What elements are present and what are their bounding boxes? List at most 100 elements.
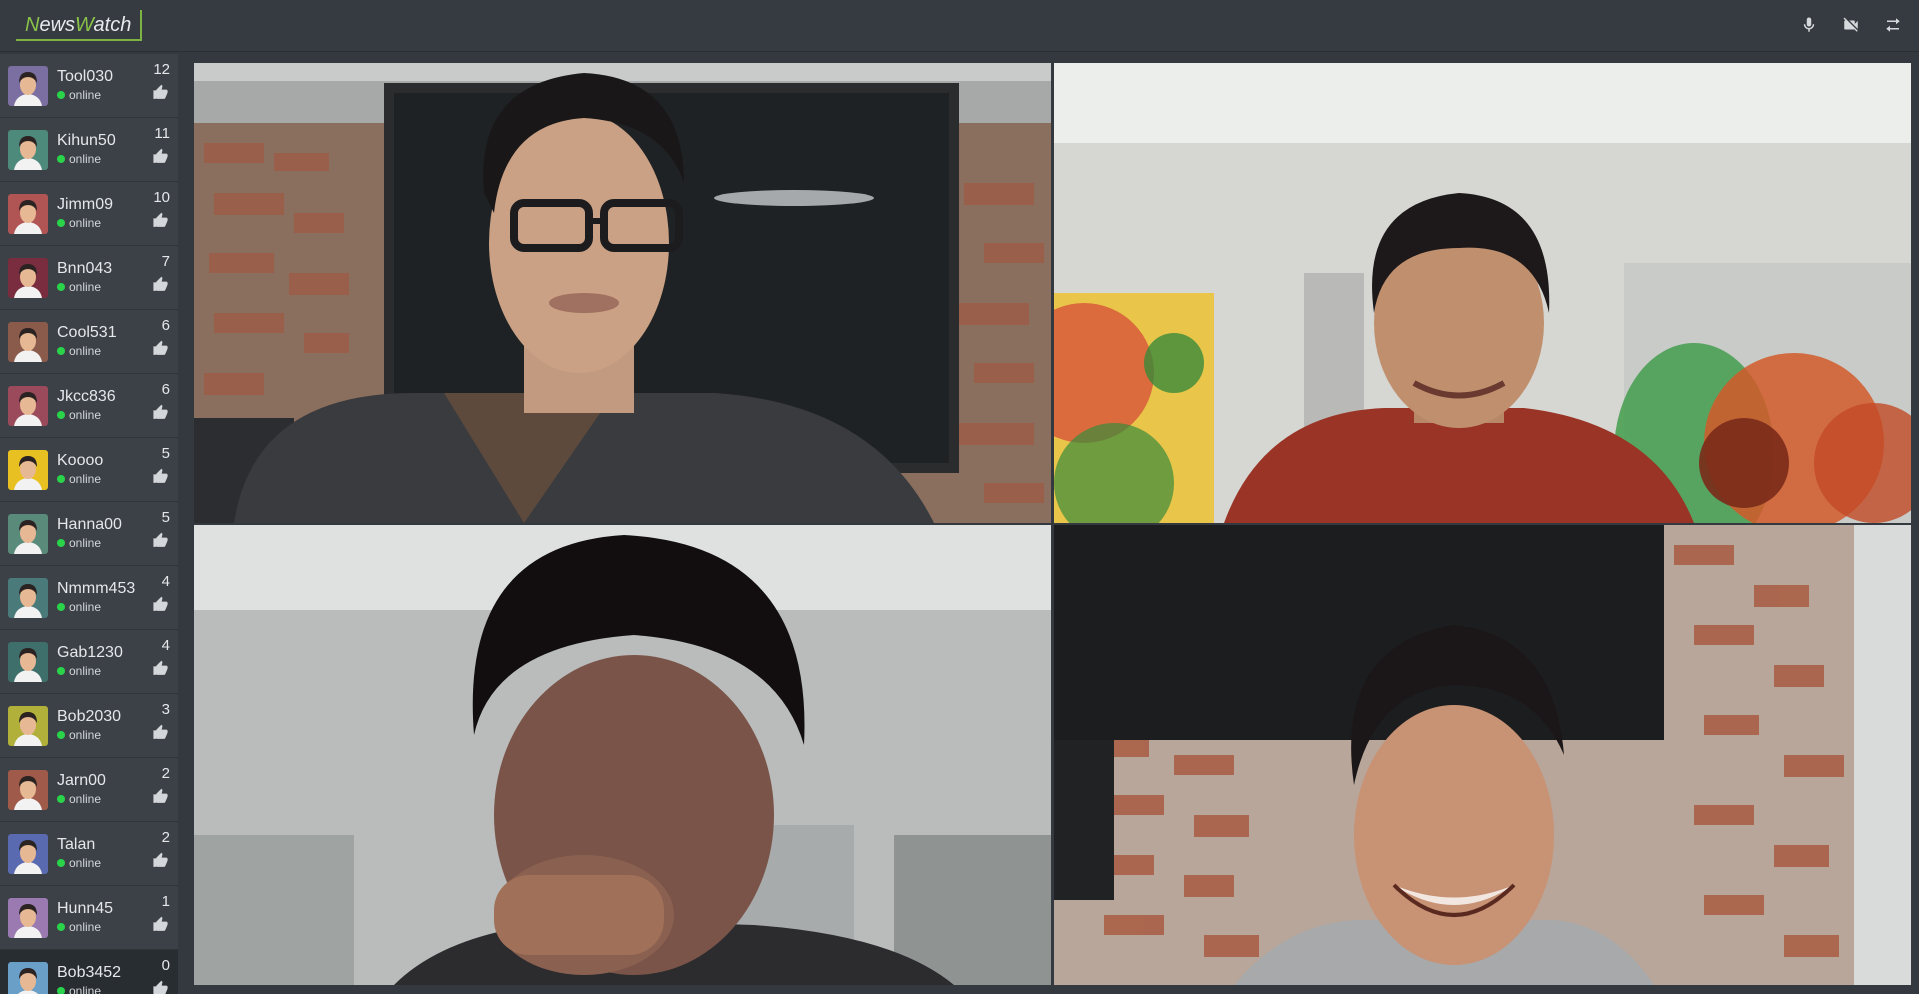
thumbs-up-icon[interactable] — [152, 852, 170, 870]
participant-item[interactable]: Talan online 2 — [0, 822, 178, 886]
thumbs-up-icon[interactable] — [152, 916, 170, 934]
avatar — [8, 194, 48, 234]
participant-item[interactable]: Jarn00 online 2 — [0, 758, 178, 822]
online-dot-icon — [57, 603, 65, 611]
online-dot-icon — [57, 731, 65, 739]
online-dot-icon — [57, 987, 65, 994]
like-count: 2 — [161, 829, 170, 846]
like-count: 4 — [161, 573, 170, 590]
online-dot-icon — [57, 667, 65, 675]
participant-item[interactable]: Koooo online 5 — [0, 438, 178, 502]
participant-item[interactable]: Jimm09 online 10 — [0, 182, 178, 246]
participant-item[interactable]: Hanna00 online 5 — [0, 502, 178, 566]
online-dot-icon — [57, 91, 65, 99]
participant-item[interactable]: Bob2030 online 3 — [0, 694, 178, 758]
like-count: 6 — [161, 381, 170, 398]
top-bar: NewsWatch — [0, 0, 1919, 52]
avatar — [8, 130, 48, 170]
participant-item[interactable]: Jkcc836 online 6 — [0, 374, 178, 438]
swap-icon[interactable] — [1883, 14, 1903, 36]
participant-item[interactable]: Nmmm453 online 4 — [0, 566, 178, 630]
participant-item[interactable]: Tool030 online 12 — [0, 54, 178, 118]
participant-name: Jarn00 — [57, 772, 106, 789]
thumbs-up-icon[interactable] — [152, 980, 170, 994]
participant-name: Jkcc836 — [57, 388, 116, 405]
thumbs-up-icon[interactable] — [152, 276, 170, 294]
participant-item[interactable]: Bob3452 online 0 — [0, 950, 178, 994]
online-dot-icon — [57, 475, 65, 483]
like-count: 2 — [161, 765, 170, 782]
video-tile[interactable] — [194, 525, 1051, 985]
participant-item[interactable]: Kihun50 online 11 — [0, 118, 178, 182]
participant-status: online — [57, 408, 101, 422]
participant-status: online — [57, 856, 101, 870]
participant-name: Kihun50 — [57, 132, 116, 149]
participant-status: online — [57, 536, 101, 550]
like-count: 5 — [161, 445, 170, 462]
like-count: 6 — [161, 317, 170, 334]
video-off-icon[interactable] — [1841, 14, 1861, 36]
online-dot-icon — [57, 411, 65, 419]
participant-name: Jimm09 — [57, 196, 114, 213]
online-dot-icon — [57, 539, 65, 547]
online-dot-icon — [57, 859, 65, 867]
participant-name: Tool030 — [57, 68, 114, 85]
participant-name: Bnn043 — [57, 260, 113, 277]
online-dot-icon — [57, 155, 65, 163]
like-count: 12 — [153, 61, 170, 78]
thumbs-up-icon[interactable] — [152, 340, 170, 358]
participant-name: Hunn45 — [57, 900, 114, 917]
avatar — [8, 66, 48, 106]
video-feed-image — [1054, 63, 1911, 523]
participant-status: online — [57, 728, 101, 742]
thumbs-up-icon[interactable] — [152, 468, 170, 486]
participant-status: online — [57, 920, 101, 934]
thumbs-up-icon[interactable] — [152, 724, 170, 742]
avatar — [8, 322, 48, 362]
microphone-icon[interactable] — [1799, 14, 1819, 36]
like-count: 10 — [153, 189, 170, 206]
participant-name: Nmmm453 — [57, 580, 136, 597]
like-count: 7 — [161, 253, 170, 270]
video-feed-image — [194, 525, 1051, 985]
thumbs-up-icon[interactable] — [152, 788, 170, 806]
newswatch-logo[interactable]: NewsWatch — [16, 10, 143, 41]
thumbs-up-icon[interactable] — [152, 660, 170, 678]
video-feed-image — [194, 63, 1051, 523]
online-dot-icon — [57, 923, 65, 931]
like-count: 11 — [154, 125, 170, 142]
avatar — [8, 450, 48, 490]
participant-name: Talan — [57, 836, 96, 853]
participant-name: Cool531 — [57, 324, 117, 341]
participant-status: online — [57, 152, 101, 166]
participant-status: online — [57, 216, 101, 230]
participant-item[interactable]: Hunn45 online 1 — [0, 886, 178, 950]
avatar — [8, 706, 48, 746]
thumbs-up-icon[interactable] — [152, 404, 170, 422]
video-tile[interactable] — [1054, 525, 1911, 985]
thumbs-up-icon[interactable] — [152, 84, 170, 102]
thumbs-up-icon[interactable] — [152, 596, 170, 614]
video-feed-image — [1054, 525, 1911, 985]
thumbs-up-icon[interactable] — [152, 148, 170, 166]
online-dot-icon — [57, 219, 65, 227]
video-tile[interactable] — [1054, 63, 1911, 523]
participant-name: Gab1230 — [57, 644, 123, 661]
video-tile[interactable] — [194, 63, 1051, 523]
participant-status: online — [57, 88, 101, 102]
avatar — [8, 962, 48, 994]
participant-status: online — [57, 344, 101, 358]
participant-item[interactable]: Gab1230 online 4 — [0, 630, 178, 694]
avatar — [8, 514, 48, 554]
participant-item[interactable]: Cool531 online 6 — [0, 310, 178, 374]
participant-status: online — [57, 280, 101, 294]
thumbs-up-icon[interactable] — [152, 532, 170, 550]
participant-item[interactable]: Bnn043 online 7 — [0, 246, 178, 310]
like-count: 4 — [161, 637, 170, 654]
participant-status: online — [57, 664, 101, 678]
participant-status: online — [57, 984, 101, 994]
participant-name: Bob2030 — [57, 708, 122, 725]
avatar — [8, 898, 48, 938]
thumbs-up-icon[interactable] — [152, 212, 170, 230]
participant-name: Hanna00 — [57, 516, 122, 533]
